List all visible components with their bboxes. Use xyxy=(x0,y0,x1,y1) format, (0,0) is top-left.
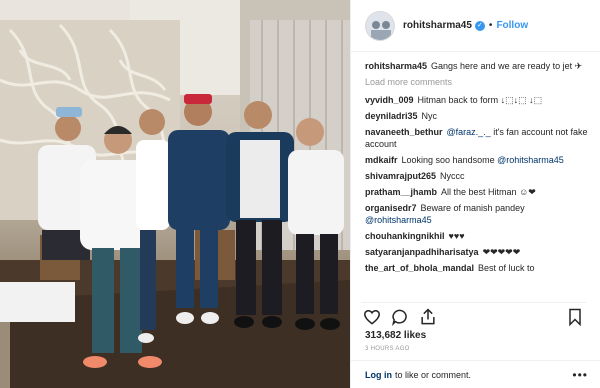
comment-mention[interactable]: @rohitsharma45 xyxy=(365,215,432,225)
comment-mention[interactable]: @rohitsharma45 xyxy=(497,155,564,165)
likes-count[interactable]: 313,682 likes xyxy=(365,330,426,341)
comment-text: All the best Hitman ☺❤ xyxy=(441,187,536,197)
list-item: shivamrajput265 Nyccc xyxy=(365,170,590,182)
login-link[interactable]: Log in xyxy=(365,370,392,380)
caption-text: Gangs here and we are ready to jet ✈ xyxy=(431,61,583,71)
comments-fade xyxy=(365,290,590,300)
list-item: deyniladri35 Nyc xyxy=(365,110,590,122)
list-item: mdkaifr Looking soo handsome @rohitsharma… xyxy=(365,154,590,166)
comments-list[interactable]: rohitsharma45 Gangs here and we are ready… xyxy=(365,60,590,300)
comment-username[interactable]: satyaranjanpadhiharisatya xyxy=(365,247,479,257)
comment-text: Best of luck to xyxy=(478,263,535,273)
follow-button[interactable]: Follow xyxy=(496,20,528,31)
load-more-comments-link[interactable]: Load more comments xyxy=(365,76,590,88)
avatar-image xyxy=(366,11,394,40)
comment-username[interactable]: the_art_of_bhola_mandal xyxy=(365,263,474,273)
list-item: navaneeth_bethur @faraz._._ it's fan acco… xyxy=(365,126,590,150)
post-photo[interactable] xyxy=(0,0,350,388)
login-prompt-text: to like or comment. xyxy=(395,369,472,380)
comment-username[interactable]: mdkaifr xyxy=(365,155,398,165)
caption: rohitsharma45 Gangs here and we are ready… xyxy=(365,60,590,72)
comment-username[interactable]: shivamrajput265 xyxy=(365,171,436,181)
post-timestamp[interactable]: 3 HOURS AGO xyxy=(365,346,410,352)
verified-icon: ✓ xyxy=(474,20,485,31)
avatar[interactable] xyxy=(365,10,395,41)
share-icon[interactable] xyxy=(417,307,439,327)
comment-text: Nyc xyxy=(421,111,438,121)
comment-text: Looking soo handsome xyxy=(401,155,495,165)
bookmark-icon[interactable] xyxy=(564,307,586,327)
comment-username[interactable]: vyvidh_009 xyxy=(365,95,414,105)
header-username[interactable]: rohitsharma45 xyxy=(403,20,472,31)
login-footer: Log in to like or comment. ••• xyxy=(351,360,600,388)
heart-icon[interactable] xyxy=(361,307,383,327)
list-item: organisedr7 Beware of manish pandey @rohi… xyxy=(365,202,590,226)
post-modal: rohitsharma45 ✓ • Follow rohitsharma45 Ga… xyxy=(0,0,600,388)
comment-text: Hitman back to form ↓⬚↓⬚ ↓⬚ xyxy=(417,95,543,105)
list-item: pratham__jhamb All the best Hitman ☺❤ xyxy=(365,186,590,198)
more-options-icon[interactable]: ••• xyxy=(572,368,588,382)
post-header: rohitsharma45 ✓ • Follow xyxy=(351,0,600,52)
list-item: vyvidh_009 Hitman back to form ↓⬚↓⬚ ↓⬚ xyxy=(365,94,590,106)
comment-text: ♥♥♥ xyxy=(448,231,465,241)
comment-text: Nyccc xyxy=(440,171,465,181)
comment-username[interactable]: pratham__jhamb xyxy=(365,187,437,197)
comment-username[interactable]: chouhankingnikhil xyxy=(365,231,445,241)
comment-text: ❤❤❤❤❤ xyxy=(482,247,521,257)
comment-icon[interactable] xyxy=(389,307,411,327)
comment-mention[interactable]: @faraz._._ xyxy=(447,127,491,137)
action-bar xyxy=(361,302,586,326)
list-item: satyaranjanpadhiharisatya ❤❤❤❤❤ xyxy=(365,246,590,258)
caption-username[interactable]: rohitsharma45 xyxy=(365,61,427,71)
post-side-panel: rohitsharma45 ✓ • Follow rohitsharma45 Ga… xyxy=(350,0,600,388)
comment-username[interactable]: navaneeth_bethur xyxy=(365,127,443,137)
comment-username[interactable]: deyniladri35 xyxy=(365,111,418,121)
comment-username[interactable]: organisedr7 xyxy=(365,203,417,213)
team-photo-illustration xyxy=(0,0,350,388)
list-item: the_art_of_bhola_mandal Best of luck to xyxy=(365,262,590,274)
header-separator: • xyxy=(488,20,493,31)
list-item: chouhankingnikhil ♥♥♥ xyxy=(365,230,590,242)
comment-text: Beware of manish pandey xyxy=(420,203,525,213)
